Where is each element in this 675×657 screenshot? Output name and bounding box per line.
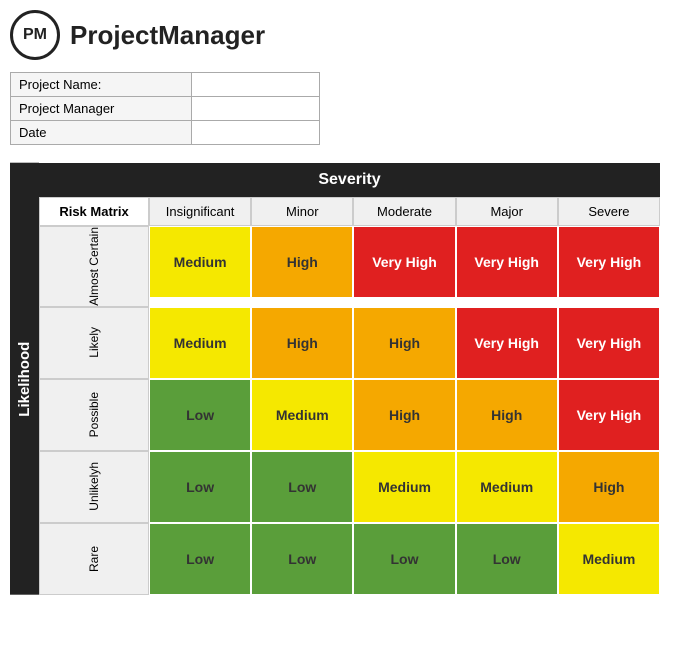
severity-col-header: Insignificant [149,197,251,226]
matrix-outer: Likelihood Severity Risk Matrix Insignif… [10,163,660,595]
risk-cell-very-high: Very High [456,226,558,298]
severity-col-headers: InsignificantMinorModerateMajorSevere [149,197,660,226]
risk-cells: LowLowMediumMediumHigh [149,451,660,523]
column-headers-row: Risk Matrix InsignificantMinorModerateMa… [39,197,660,226]
risk-matrix-corner-label: Risk Matrix [39,197,149,226]
project-info-table: Project Name:Project ManagerDate [10,72,320,145]
risk-cells: MediumHighHighVery HighVery High [149,307,660,379]
matrix-row: PossibleLowMediumHighHighVery High [39,379,660,451]
risk-cell-medium: Medium [456,451,558,523]
risk-cell-very-high: Very High [558,379,660,451]
project-field-label: Project Manager [11,97,192,121]
row-label: Likely [87,327,101,358]
risk-cells: LowLowLowLowMedium [149,523,660,595]
risk-cell-high: High [251,226,353,298]
app-logo: PM [10,10,60,60]
severity-col-header: Minor [251,197,353,226]
risk-cell-low: Low [149,379,251,451]
severity-header: Severity [39,163,660,197]
matrix-inner: Severity Risk Matrix InsignificantMinorM… [39,163,660,595]
risk-cell-high: High [251,307,353,379]
risk-cell-low: Low [149,523,251,595]
risk-cell-high: High [558,451,660,523]
severity-col-header: Moderate [353,197,455,226]
row-label-cell: Rare [39,523,149,595]
risk-cell-low: Low [353,523,455,595]
severity-col-header: Major [456,197,558,226]
risk-cell-medium: Medium [149,307,251,379]
risk-cell-very-high: Very High [558,226,660,298]
project-field-label: Project Name: [11,73,192,97]
matrix-row: Almost CertainMediumHighVery HighVery Hi… [39,226,660,307]
risk-cell-low: Low [251,523,353,595]
risk-cell-very-high: Very High [558,307,660,379]
risk-cell-very-high: Very High [456,307,558,379]
risk-matrix-container: Likelihood Severity Risk Matrix Insignif… [10,163,660,595]
matrix-row: UnlikelyhLowLowMediumMediumHigh [39,451,660,523]
project-field-label: Date [11,121,192,145]
risk-cells: LowMediumHighHighVery High [149,379,660,451]
row-label-cell: Possible [39,379,149,451]
risk-cell-medium: Medium [558,523,660,595]
app-title: ProjectManager [70,20,265,51]
likelihood-label: Likelihood [10,163,39,595]
risk-cell-low: Low [149,451,251,523]
matrix-rows: Almost CertainMediumHighVery HighVery Hi… [39,226,660,595]
risk-cell-high: High [353,307,455,379]
risk-cell-medium: Medium [149,226,251,298]
row-label-cell: Almost Certain [39,226,149,307]
row-label: Rare [87,546,101,572]
row-label: Almost Certain [87,227,101,306]
risk-cell-high: High [456,379,558,451]
risk-cell-high: High [353,379,455,451]
risk-cell-low: Low [456,523,558,595]
matrix-row: LikelyMediumHighHighVery HighVery High [39,307,660,379]
project-field-value [191,73,320,97]
row-label: Unlikelyh [87,462,101,511]
risk-cells: MediumHighVery HighVery HighVery High [149,226,660,307]
risk-cell-medium: Medium [353,451,455,523]
app-header: PM ProjectManager [10,10,665,60]
risk-cell-medium: Medium [251,379,353,451]
project-field-value [191,121,320,145]
row-label: Possible [87,392,101,437]
row-label-cell: Likely [39,307,149,379]
row-label-cell: Unlikelyh [39,451,149,523]
matrix-row: RareLowLowLowLowMedium [39,523,660,595]
severity-col-header: Severe [558,197,660,226]
risk-cell-low: Low [251,451,353,523]
risk-cell-very-high: Very High [353,226,455,298]
project-field-value [191,97,320,121]
